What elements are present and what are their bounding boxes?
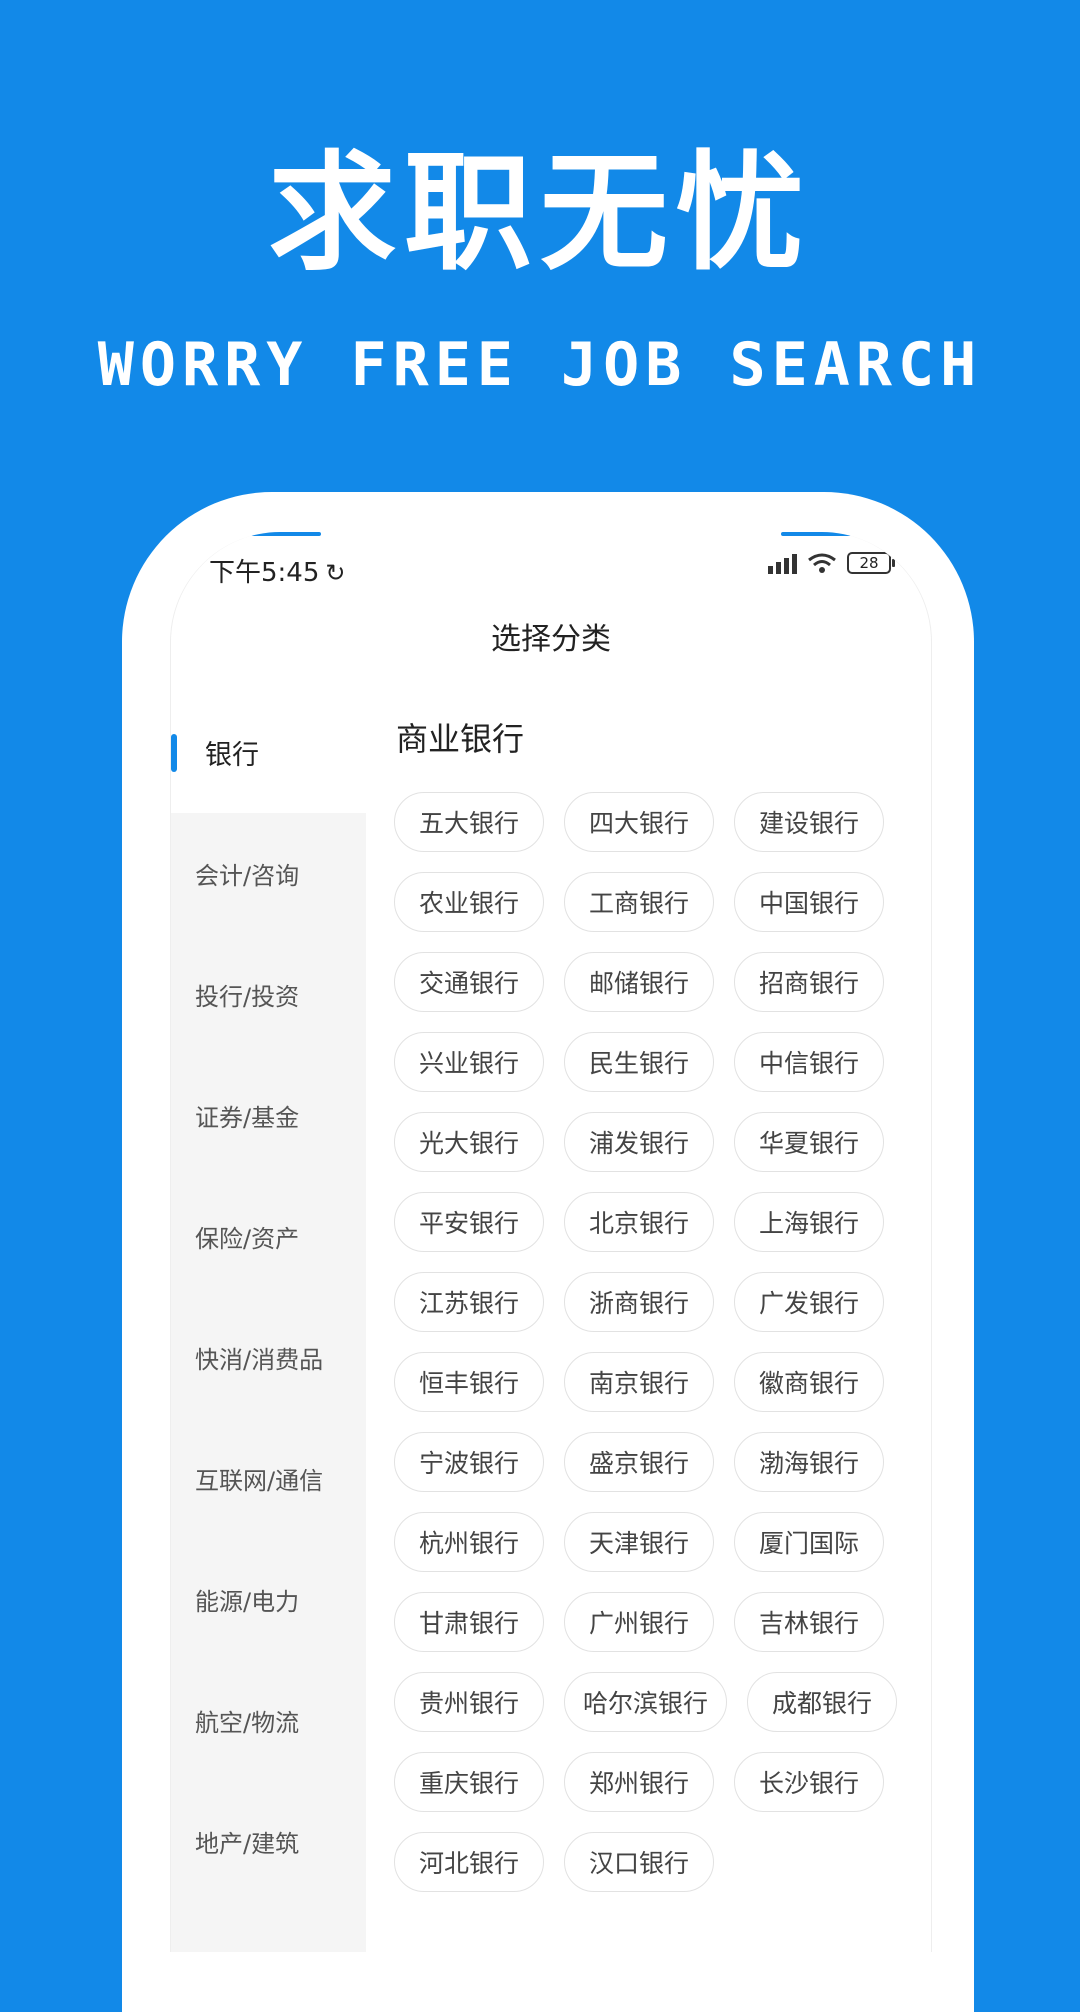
status-time: 下午5:45 ↻ [209, 552, 346, 589]
tag-chip[interactable]: 交通银行 [394, 952, 544, 1012]
tag-chip[interactable]: 浙商银行 [564, 1272, 714, 1332]
hero-title: 求职无忧 [267, 139, 812, 288]
tag-chip[interactable]: 上海银行 [734, 1192, 884, 1252]
notch-mark-right [781, 532, 851, 536]
tag-chip[interactable]: 平安银行 [394, 1192, 544, 1252]
tag-chip[interactable]: 江苏银行 [394, 1272, 544, 1332]
sidebar-item[interactable]: 航空/物流 [171, 1660, 366, 1781]
sidebar-item[interactable]: 银行 [171, 692, 366, 813]
tag-chip[interactable]: 厦门国际 [734, 1512, 884, 1572]
tag-chip[interactable]: 建设银行 [734, 792, 884, 852]
sidebar-item[interactable]: 投行/投资 [171, 934, 366, 1055]
tag-chip[interactable]: 兴业银行 [394, 1032, 544, 1092]
tag-chip[interactable]: 汉口银行 [564, 1832, 714, 1892]
tag-chip[interactable]: 中信银行 [734, 1032, 884, 1092]
status-time-text: 下午5:45 [209, 558, 320, 588]
tag-list: 五大银行 四大银行 建设银行农业银行 工商银行 中国银行交通银行 邮储银行 招商银行兴业银行… [394, 792, 914, 1892]
sidebar-item[interactable]: 证券/基金 [171, 1055, 366, 1176]
tag-chip[interactable]: 南京银行 [564, 1352, 714, 1412]
section-title: 商业银行 [396, 720, 525, 758]
sidebar-item[interactable]: 能源/电力 [171, 1539, 366, 1660]
tag-chip[interactable]: 杭州银行 [394, 1512, 544, 1572]
tag-chip[interactable]: 工商银行 [564, 872, 714, 932]
tag-chip[interactable]: 甘肃银行 [394, 1592, 544, 1652]
tag-chip[interactable]: 成都银行 [747, 1672, 898, 1732]
sidebar-item[interactable]: 地产/建筑 [171, 1781, 366, 1902]
tag-chip[interactable]: 徽商银行 [734, 1352, 884, 1412]
hero-subtitle: WORRY FREE JOB SEARCH [97, 330, 983, 400]
tag-chip[interactable]: 广发银行 [734, 1272, 884, 1332]
sidebar-item[interactable]: 会计/咨询 [171, 813, 366, 934]
tag-chip[interactable]: 邮储银行 [564, 952, 714, 1012]
battery-icon: 28 [847, 552, 895, 574]
status-bar: 下午5:45 ↻ 28 [171, 532, 931, 604]
tag-chip[interactable]: 盛京银行 [564, 1432, 714, 1492]
tag-chip[interactable]: 渤海银行 [734, 1432, 884, 1492]
tag-chip[interactable]: 恒丰银行 [394, 1352, 544, 1412]
tag-chip[interactable]: 广州银行 [564, 1592, 714, 1652]
sidebar-item[interactable]: 互联网/通信 [171, 1418, 366, 1539]
status-icons: 28 [768, 552, 895, 574]
sync-icon: ↻ [325, 559, 346, 587]
tag-chip[interactable]: 郑州银行 [564, 1752, 714, 1812]
tag-chip[interactable]: 农业银行 [394, 872, 544, 932]
wifi-icon [808, 553, 836, 573]
tag-chip[interactable]: 中国银行 [734, 872, 884, 932]
tag-chip[interactable]: 天津银行 [564, 1512, 714, 1572]
tag-chip[interactable]: 浦发银行 [564, 1112, 714, 1172]
tag-chip[interactable]: 贵州银行 [394, 1672, 544, 1732]
tag-chip[interactable]: 五大银行 [394, 792, 544, 852]
battery-level: 28 [859, 554, 879, 572]
tag-chip[interactable]: 哈尔滨银行 [564, 1672, 728, 1732]
signal-icon [768, 552, 797, 574]
notch-mark-left [251, 532, 321, 536]
tag-chip[interactable]: 北京银行 [564, 1192, 714, 1252]
tag-chip[interactable]: 招商银行 [734, 952, 884, 1012]
phone-screen: 下午5:45 ↻ 28 选择分类 银行 会计/咨询 投行/投资 证券/基金 保险/资产 快消… [170, 532, 932, 1952]
tag-chip[interactable]: 宁波银行 [394, 1432, 544, 1492]
sidebar-item[interactable]: 快消/消费品 [171, 1297, 366, 1418]
sidebar-item[interactable]: 保险/资产 [171, 1176, 366, 1297]
tag-chip[interactable]: 重庆银行 [394, 1752, 544, 1812]
tag-chip[interactable]: 河北银行 [394, 1832, 544, 1892]
tag-chip[interactable]: 华夏银行 [734, 1112, 884, 1172]
page-title: 选择分类 [491, 622, 611, 657]
tag-chip[interactable]: 光大银行 [394, 1112, 544, 1172]
category-sidebar: 银行 会计/咨询 投行/投资 证券/基金 保险/资产 快消/消费品 互联网/通信 能源/电力航… [171, 692, 366, 1952]
tag-chip[interactable]: 吉林银行 [734, 1592, 884, 1652]
tag-chip[interactable]: 长沙银行 [734, 1752, 884, 1812]
tag-chip[interactable]: 四大银行 [564, 792, 714, 852]
tag-chip[interactable]: 民生银行 [564, 1032, 714, 1092]
